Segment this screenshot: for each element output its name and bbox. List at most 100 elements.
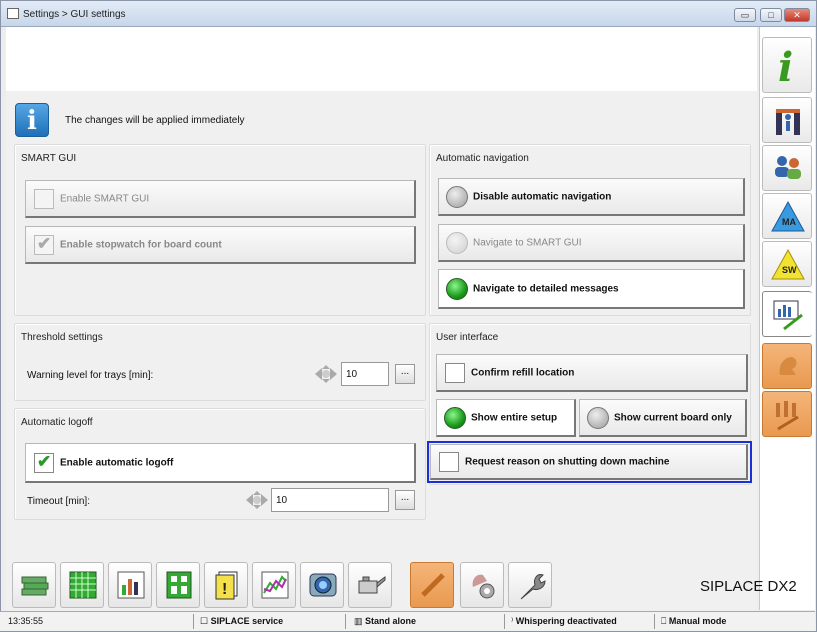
warning-level-input[interactable]: 10 <box>341 362 389 386</box>
status-mode2-text: Manual mode <box>668 616 727 626</box>
toolbar-line-chart[interactable] <box>252 562 296 608</box>
sidebar-item-hand[interactable] <box>762 343 812 389</box>
sidebar-item-tools[interactable] <box>762 391 812 437</box>
info-icon: i <box>15 103 49 137</box>
sidebar-item-info[interactable]: i <box>762 37 812 93</box>
toolbar-hand-gear[interactable] <box>460 562 504 608</box>
svg-text:MA: MA <box>782 217 796 227</box>
warning-level-browse-button[interactable]: ... <box>395 364 415 384</box>
status-bar: 13:35:55 ☐ SIPLACE service ▥ Stand alone… <box>0 611 815 631</box>
toolbar-grid[interactable] <box>60 562 104 608</box>
navigate-detailed-messages-label: Navigate to detailed messages <box>473 283 619 294</box>
checkbox-icon: ✔ <box>34 451 54 473</box>
sidebar-item-ma[interactable]: MA <box>762 193 812 239</box>
minimize-button[interactable]: ▭ <box>734 8 756 22</box>
disable-navigation-radio[interactable]: Disable automatic navigation <box>438 178 745 216</box>
enable-stopwatch-checkbox[interactable]: ✔ Enable stopwatch for board count <box>25 226 416 264</box>
chart-settings-icon <box>773 300 803 331</box>
checkmark-icon: ✔ <box>37 451 52 471</box>
threshold-settings-group: Threshold settings Warning level for tra… <box>14 323 426 401</box>
brand-label: SIPLACE DX2 <box>700 578 797 595</box>
status-mode1-text: Stand alone <box>365 616 417 626</box>
timeout-input[interactable]: 10 <box>271 488 389 512</box>
sidebar-item-gui-settings[interactable] <box>762 291 812 337</box>
svg-text:i: i <box>778 44 793 87</box>
title-bar: Settings > GUI settings ▭ □ ✕ <box>1 1 816 27</box>
request-reason-label: Request reason on shutting down machine <box>465 456 670 467</box>
toolbar-camera-lens[interactable] <box>300 562 344 608</box>
ma-triangle-icon: MA <box>771 200 805 232</box>
right-sidebar: i MA SW <box>759 27 815 610</box>
close-button[interactable]: ✕ <box>784 8 810 22</box>
automatic-logoff-group: Automatic logoff ✔ Enable automatic logo… <box>14 408 426 520</box>
cards-warning-icon: ! <box>215 571 238 600</box>
request-reason-checkbox[interactable]: Request reason on shutting down machine <box>430 444 748 480</box>
sw-triangle-icon: SW <box>771 248 805 280</box>
navigate-detailed-messages-radio[interactable]: Navigate to detailed messages <box>438 269 745 309</box>
show-entire-setup-radio[interactable]: Show entire setup <box>436 399 576 437</box>
users-icon <box>775 156 801 179</box>
navigate-smart-gui-label: Navigate to SMART GUI <box>473 237 582 248</box>
sidebar-item-sw[interactable]: SW <box>762 241 812 287</box>
automatic-logoff-title: Automatic logoff <box>21 417 93 428</box>
threshold-settings-title: Threshold settings <box>21 332 103 343</box>
money-stack-icon <box>21 576 49 596</box>
checkmark-icon: ✔ <box>37 233 52 253</box>
timeout-browse-button[interactable]: ... <box>395 490 415 510</box>
warning-level-label: Warning level for trays [min]: <box>27 370 154 381</box>
toolbar-cards-warning[interactable]: ! <box>204 562 248 608</box>
toolbar-board-layout[interactable] <box>156 562 200 608</box>
user-interface-group: User interface Confirm refill location S… <box>429 323 751 485</box>
checkbox-icon <box>439 451 459 472</box>
header-panel <box>6 27 757 91</box>
status-service-text: SIPLACE service <box>210 616 284 626</box>
timeout-label: Timeout [min]: <box>27 496 90 507</box>
maximize-button[interactable]: □ <box>760 8 782 22</box>
status-whisper-text: Whispering deactivated <box>515 616 617 626</box>
line-chart-icon <box>261 571 289 599</box>
toolbar-oil-can[interactable] <box>348 562 392 608</box>
pen-icon <box>421 573 445 597</box>
spin-arrows-icon[interactable] <box>313 364 339 384</box>
sidebar-item-station[interactable] <box>762 97 812 143</box>
confirm-refill-checkbox[interactable]: Confirm refill location <box>436 354 748 392</box>
user-interface-title: User interface <box>436 332 499 343</box>
toolbar-wrench[interactable] <box>508 562 552 608</box>
status-whisper: ⁾ Whispering deactivated <box>507 614 655 629</box>
disable-navigation-label: Disable automatic navigation <box>473 191 612 202</box>
radio-selected-icon <box>444 406 466 429</box>
show-current-board-label: Show current board only <box>614 412 732 423</box>
confirm-refill-label: Confirm refill location <box>471 367 575 378</box>
navigate-smart-gui-radio[interactable]: Navigate to SMART GUI <box>438 224 745 262</box>
oil-can-icon <box>358 576 386 594</box>
smart-gui-group: SMART GUI Enable SMART GUI ✔ Enable stop… <box>14 144 426 316</box>
bar-chart-icon <box>117 571 145 599</box>
toolbar-pen[interactable] <box>410 562 454 608</box>
sidebar-item-users[interactable] <box>762 145 812 191</box>
manual-icon: ⎕ <box>661 616 669 626</box>
hand-icon <box>779 357 797 375</box>
window-title: Settings > GUI settings <box>23 9 126 20</box>
checkbox-icon <box>445 362 465 383</box>
enable-smart-gui-label: Enable SMART GUI <box>60 193 150 204</box>
camera-lens-icon <box>309 573 337 597</box>
spin-arrows-icon[interactable] <box>244 490 270 510</box>
toolbar-money-stack[interactable] <box>12 562 56 608</box>
enable-logoff-checkbox[interactable]: ✔ Enable automatic logoff <box>25 443 416 483</box>
board-layout-icon <box>166 571 192 599</box>
show-current-board-radio[interactable]: Show current board only <box>579 399 747 437</box>
wrench-icon <box>520 574 546 600</box>
smart-gui-title: SMART GUI <box>21 153 77 164</box>
enable-smart-gui-checkbox[interactable]: Enable SMART GUI <box>25 180 416 218</box>
status-mode1: ▥ Stand alone <box>350 614 505 629</box>
app-icon <box>7 8 19 19</box>
automatic-navigation-title: Automatic navigation <box>436 153 529 164</box>
checkbox-icon <box>34 188 54 209</box>
toolbar-bar-chart[interactable] <box>108 562 152 608</box>
status-mode2: ⎕ Manual mode <box>657 614 807 629</box>
show-entire-setup-label: Show entire setup <box>471 412 558 423</box>
status-time: 13:35:55 <box>4 614 194 629</box>
mode-icon: ▥ <box>354 616 366 626</box>
radio-icon <box>446 185 468 208</box>
hand-gear-icon <box>472 574 495 599</box>
